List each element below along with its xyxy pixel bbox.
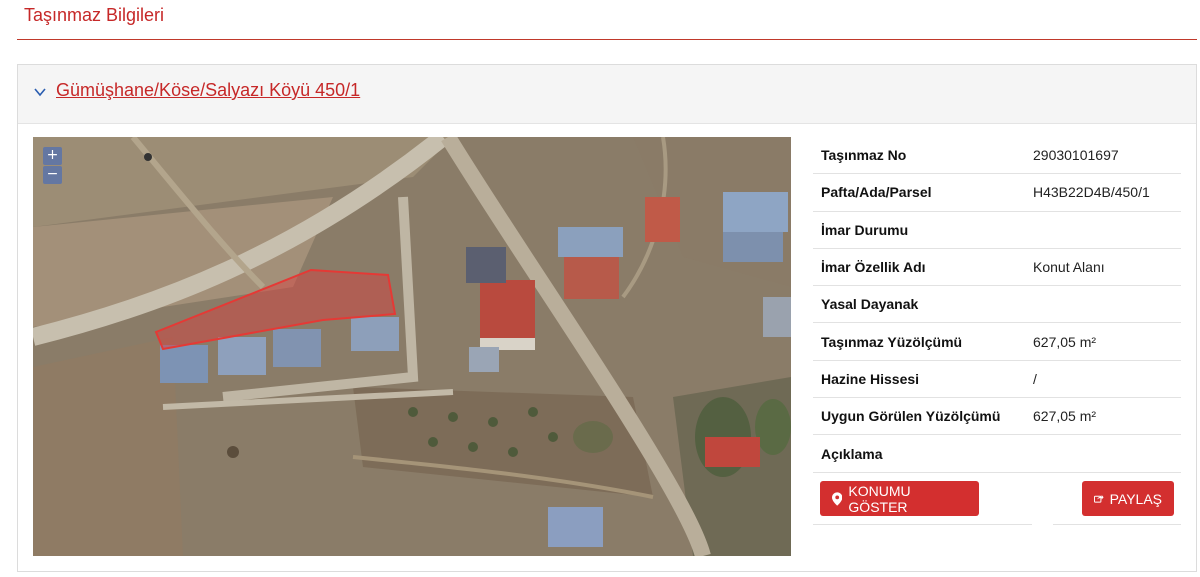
detail-row: Taşınmaz Yüzölçümü 627,05 m² bbox=[813, 323, 1181, 361]
detail-label: Hazine Hissesi bbox=[821, 370, 920, 387]
detail-label: Uygun Görülen Yüzölçümü bbox=[821, 408, 1001, 425]
detail-value: 627,05 m² bbox=[1033, 408, 1097, 425]
chevron-down-icon[interactable] bbox=[33, 85, 47, 99]
detail-label: Taşınmaz No bbox=[821, 147, 907, 164]
detail-label: Pafta/Ada/Parsel bbox=[821, 184, 932, 201]
detail-value: 627,05 m² bbox=[1033, 333, 1097, 350]
detail-value: H43B22D4B/450/1 bbox=[1033, 184, 1150, 201]
detail-label: Taşınmaz Yüzölçümü bbox=[821, 333, 963, 350]
satellite-map[interactable]: + − bbox=[33, 137, 791, 556]
detail-value: 29030101697 bbox=[1033, 147, 1119, 164]
detail-row: İmar Durumu bbox=[813, 212, 1181, 249]
detail-value: Konut Alanı bbox=[1033, 259, 1105, 276]
title-divider bbox=[17, 39, 1197, 40]
zoom-in-button[interactable]: + bbox=[43, 147, 62, 165]
map-imagery bbox=[33, 137, 791, 556]
property-details-table: Taşınmaz No 29030101697 Pafta/Ada/Parsel… bbox=[813, 137, 1181, 473]
detail-label: Yasal Dayanak bbox=[821, 296, 919, 313]
detail-label: İmar Özellik Adı bbox=[821, 259, 926, 276]
detail-row: Hazine Hissesi / bbox=[813, 361, 1181, 399]
share-label: PAYLAŞ bbox=[1109, 490, 1162, 507]
divider bbox=[1053, 524, 1181, 525]
detail-row: Pafta/Ada/Parsel H43B22D4B/450/1 bbox=[813, 174, 1181, 212]
show-location-button[interactable]: KONUMU GÖSTER bbox=[820, 481, 979, 516]
map-marker-icon bbox=[832, 491, 843, 506]
zoom-out-button[interactable]: − bbox=[43, 166, 62, 184]
property-title-link[interactable]: Gümüşhane/Köse/Salyazı Köyü 450/1 bbox=[56, 80, 360, 101]
card-header[interactable]: Gümüşhane/Köse/Salyazı Köyü 450/1 bbox=[18, 65, 1196, 124]
show-location-label: KONUMU GÖSTER bbox=[848, 482, 911, 515]
share-button[interactable]: PAYLAŞ bbox=[1082, 481, 1174, 516]
detail-row: Taşınmaz No 29030101697 bbox=[813, 137, 1181, 175]
detail-label: İmar Durumu bbox=[821, 221, 909, 238]
zoom-controls: + − bbox=[43, 147, 63, 184]
divider bbox=[813, 524, 1032, 525]
detail-row: Açıklama bbox=[813, 435, 1181, 473]
detail-label: Açıklama bbox=[821, 445, 883, 462]
share-icon bbox=[1094, 494, 1104, 503]
section-title: Taşınmaz Bilgileri bbox=[24, 5, 165, 25]
detail-value: / bbox=[1033, 370, 1037, 387]
detail-row: Yasal Dayanak bbox=[813, 286, 1181, 324]
detail-row: İmar Özellik Adı Konut Alanı bbox=[813, 249, 1181, 287]
detail-row: Uygun Görülen Yüzölçümü 627,05 m² bbox=[813, 398, 1181, 436]
